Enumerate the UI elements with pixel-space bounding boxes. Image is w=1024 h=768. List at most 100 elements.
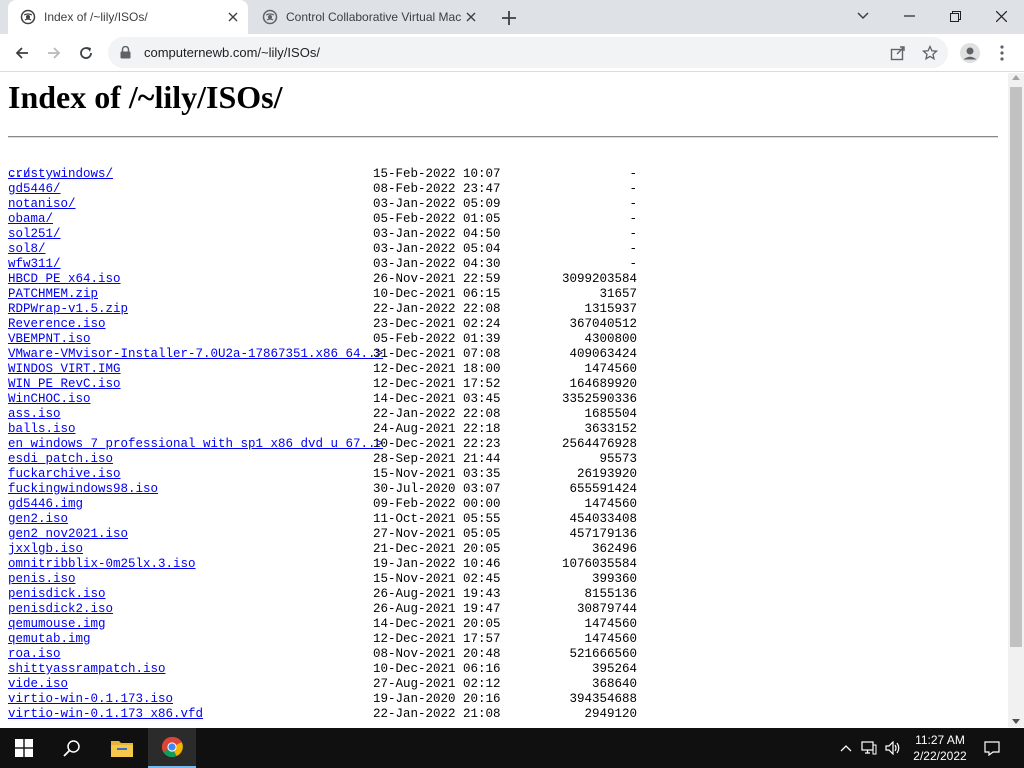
file-link[interactable]: penisdick2.iso <box>8 602 113 617</box>
tab-search-icon[interactable] <box>840 0 886 32</box>
list-item: virtio-win-0.1.173.iso 19-Jan-2020 20:16 3… <box>8 692 637 707</box>
browser-toolbar: computernewb.com/~lily/ISOs/ <box>0 34 1024 72</box>
parent-dir-row: ../ <box>8 152 53 181</box>
bookmark-star-icon[interactable] <box>916 39 944 67</box>
forward-button[interactable] <box>40 39 68 67</box>
file-link[interactable]: gd5446.img <box>8 497 83 512</box>
file-link[interactable]: wfw311/ <box>8 257 61 272</box>
address-bar[interactable]: computernewb.com/~lily/ISOs/ <box>108 37 948 68</box>
search-button[interactable] <box>48 728 96 768</box>
list-item: virtio-win-0.1.173_x86.vfd 22-Jan-2022 21… <box>8 707 637 722</box>
list-item: ass.iso 22-Jan-2022 22:08 1685504 <box>8 407 637 422</box>
file-link[interactable]: virtio-win-0.1.173.iso <box>8 692 173 707</box>
file-link[interactable]: vide.iso <box>8 677 68 692</box>
file-link[interactable]: omnitribblix-0m25lx.3.iso <box>8 557 196 572</box>
file-link[interactable]: roa.iso <box>8 647 61 662</box>
file-size: 655591424 <box>569 482 637 496</box>
folder-icon <box>111 741 133 757</box>
network-icon[interactable] <box>858 728 880 768</box>
file-link[interactable]: crustywindows/ <box>8 167 113 182</box>
file-link[interactable]: esdi_patch.iso <box>8 452 113 467</box>
scroll-up-icon[interactable] <box>1012 75 1020 80</box>
scrollbar-thumb[interactable] <box>1010 87 1022 647</box>
file-link[interactable]: VMware-VMvisor-Installer-7.0U2a-17867351… <box>8 347 383 362</box>
show-hidden-icons-icon[interactable] <box>836 728 856 768</box>
chrome-taskbar-button[interactable] <box>148 728 196 768</box>
file-link[interactable]: fuckarchive.iso <box>8 467 121 482</box>
file-size: 26193920 <box>576 467 637 481</box>
minimize-button[interactable] <box>886 0 932 32</box>
file-link[interactable]: balls.iso <box>8 422 76 437</box>
file-link[interactable]: virtio-win-0.1.173_x86.vfd <box>8 707 203 722</box>
back-button[interactable] <box>8 39 36 67</box>
list-item: PATCHMEM.zip 10-Dec-2021 06:15 31657 <box>8 287 637 302</box>
menu-kebab-icon[interactable] <box>988 39 1016 67</box>
file-link[interactable]: HBCD_PE_x64.iso <box>8 272 121 287</box>
file-link[interactable]: penisdick.iso <box>8 587 106 602</box>
file-date: 11-Oct-2021 05:55 <box>373 512 501 526</box>
file-size: - <box>629 182 637 196</box>
search-icon <box>63 740 80 757</box>
file-link[interactable]: WinCHOC.iso <box>8 392 91 407</box>
new-tab-button[interactable] <box>498 7 520 29</box>
file-link[interactable]: RDPWrap-v1.5.zip <box>8 302 128 317</box>
close-window-button[interactable] <box>978 0 1024 32</box>
file-link[interactable]: sol251/ <box>8 227 61 242</box>
list-item: WIN_PE_RevC.iso 12-Dec-2021 17:52 16468992… <box>8 377 637 392</box>
file-date: 24-Aug-2021 22:18 <box>373 422 501 436</box>
file-link[interactable]: Reverence.iso <box>8 317 106 332</box>
file-link[interactable]: obama/ <box>8 212 53 227</box>
system-clock[interactable]: 11:27 AM 2/22/2022 <box>902 732 978 764</box>
close-tab-icon[interactable] <box>224 8 242 26</box>
close-tab-icon[interactable] <box>462 8 480 26</box>
tab-index-of-isos[interactable]: Index of /~lily/ISOs/ <box>8 0 248 34</box>
list-item: gen2_nov2021.iso 27-Nov-2021 05:05 4571791… <box>8 527 637 542</box>
file-link[interactable]: gen2_nov2021.iso <box>8 527 128 542</box>
file-link[interactable]: penis.iso <box>8 572 76 587</box>
file-link[interactable]: jxxlgb.iso <box>8 542 83 557</box>
list-item: VBEMPNT.iso 05-Feb-2022 01:39 4300800 <box>8 332 637 347</box>
file-size: 457179136 <box>569 527 637 541</box>
file-link[interactable]: WINDOS_VIRT.IMG <box>8 362 121 377</box>
restore-button[interactable] <box>932 0 978 32</box>
file-date: 27-Aug-2021 02:12 <box>373 677 501 691</box>
lock-icon[interactable] <box>120 46 134 60</box>
file-explorer-button[interactable] <box>98 728 146 768</box>
file-date: 03-Jan-2022 04:50 <box>373 227 501 241</box>
file-link[interactable]: sol8/ <box>8 242 46 257</box>
list-item: vide.iso 27-Aug-2021 02:12 368640 <box>8 677 637 692</box>
list-item: penisdick.iso 26-Aug-2021 19:43 8155136 <box>8 587 637 602</box>
file-date: 15-Feb-2022 10:07 <box>373 167 501 181</box>
file-link[interactable]: gd5446/ <box>8 182 61 197</box>
tab-title: Control Collaborative Virtual Mac <box>286 10 462 24</box>
list-item: roa.iso 08-Nov-2021 20:48 521666560 <box>8 647 637 662</box>
file-size: 30879744 <box>576 602 637 616</box>
file-date: 15-Nov-2021 02:45 <box>373 572 501 586</box>
file-link[interactable]: PATCHMEM.zip <box>8 287 98 302</box>
file-link[interactable]: fuckingwindows98.iso <box>8 482 158 497</box>
list-item: qemumouse.img 14-Dec-2021 20:05 1474560 <box>8 617 637 632</box>
vertical-scrollbar[interactable] <box>1008 73 1024 727</box>
file-link[interactable]: qemumouse.img <box>8 617 106 632</box>
file-date: 03-Jan-2022 05:09 <box>373 197 501 211</box>
file-link[interactable]: en_windows_7_professional_with_sp1_x86_d… <box>8 437 383 452</box>
file-link[interactable]: WIN_PE_RevC.iso <box>8 377 121 392</box>
file-link[interactable]: shittyassrampatch.iso <box>8 662 166 677</box>
file-link[interactable]: gen2.iso <box>8 512 68 527</box>
file-link[interactable]: qemutab.img <box>8 632 91 647</box>
tab-control-collaborative[interactable]: Control Collaborative Virtual Mac <box>250 0 486 34</box>
file-date: 22-Jan-2022 22:08 <box>373 407 501 421</box>
reload-button[interactable] <box>72 39 100 67</box>
scroll-down-icon[interactable] <box>1012 719 1020 724</box>
file-link[interactable]: notaniso/ <box>8 197 76 212</box>
file-link[interactable]: VBEMPNT.iso <box>8 332 91 347</box>
file-link[interactable]: ass.iso <box>8 407 61 422</box>
volume-icon[interactable] <box>882 728 904 768</box>
notifications-icon[interactable] <box>980 728 1004 768</box>
list-item: omnitribblix-0m25lx.3.iso 19-Jan-2022 10:… <box>8 557 637 572</box>
profile-avatar-icon[interactable] <box>956 39 984 67</box>
start-button[interactable] <box>0 728 48 768</box>
share-icon[interactable] <box>884 39 912 67</box>
file-size: - <box>629 242 637 256</box>
file-date: 26-Nov-2021 22:59 <box>373 272 501 286</box>
